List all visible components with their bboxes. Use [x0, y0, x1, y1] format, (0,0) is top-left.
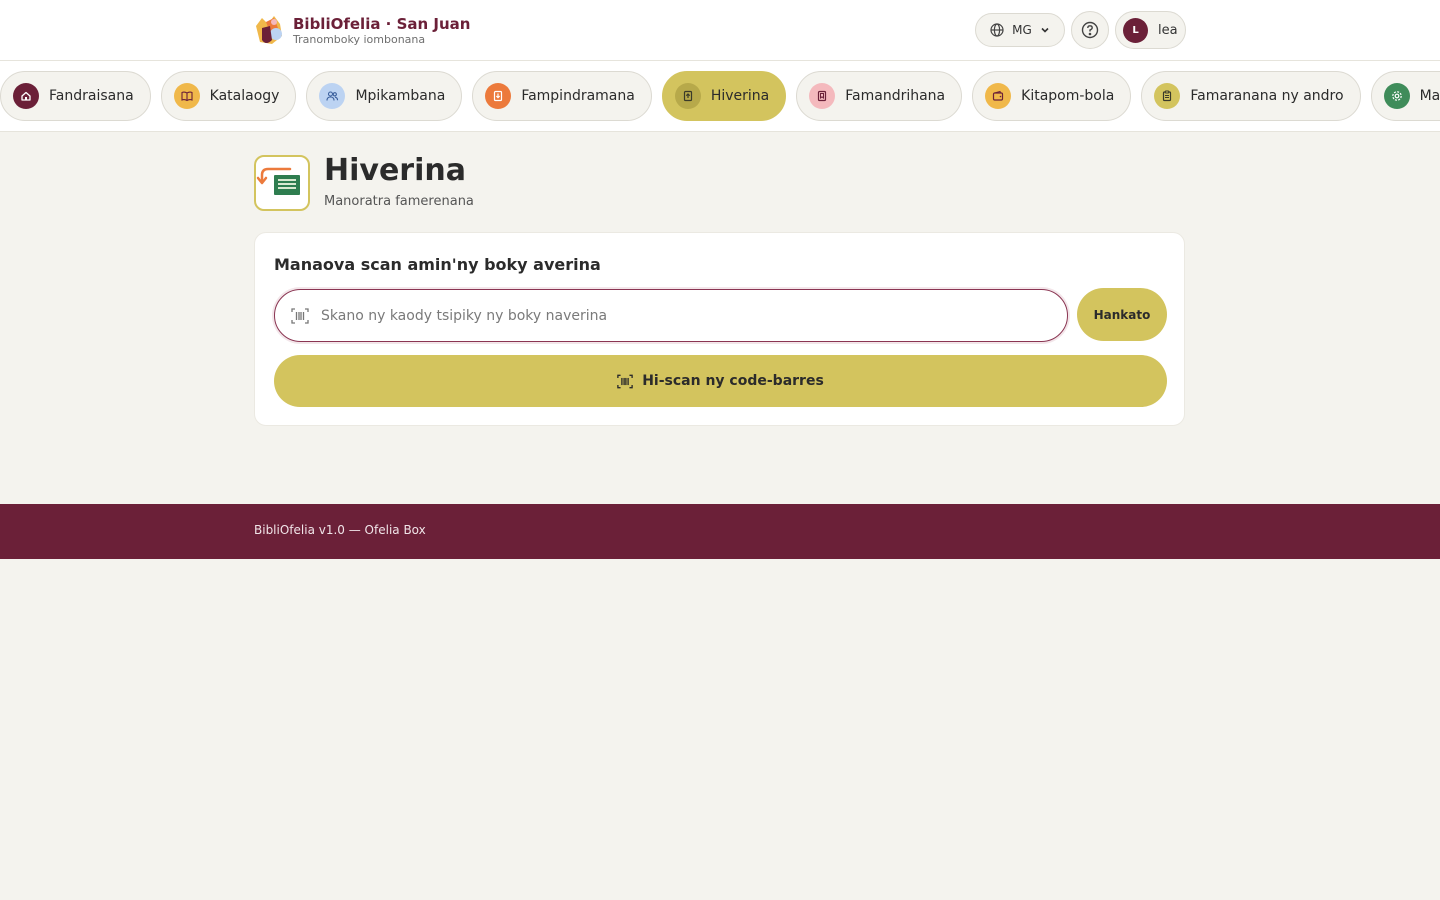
brand-title: BibliOfelia · San Juan [293, 14, 471, 33]
page-header: Hiverina Manoratra famerenana [254, 153, 474, 211]
footer: BibliOfelia v1.0 — Ofelia Box [0, 504, 1440, 559]
nav-item-label: Mandrο [1419, 88, 1440, 104]
nav-item-mpikambana[interactable]: Mpikambana [306, 71, 463, 121]
brand[interactable]: BibliOfelia · San Juan Tranomboky iombon… [254, 14, 470, 46]
return-scan-card: Manaova scan amin'ny boky averina Hankat… [254, 232, 1185, 426]
nav-item-katalaogy[interactable]: Katalaogy [160, 71, 297, 121]
scan-barcode-button[interactable]: Hi-scan ny code-barres [274, 355, 1167, 407]
clipboard-icon [1154, 83, 1181, 109]
nav-item-famandrihana[interactable]: Famandrihana [796, 71, 963, 121]
globe-icon [990, 23, 1004, 37]
barcode-scan-icon [617, 374, 633, 388]
footer-text: BibliOfelia v1.0 — Ofelia Box [254, 523, 426, 537]
nav-item-label: Hiverina [710, 88, 770, 104]
barcode-input-wrapper[interactable] [274, 289, 1068, 342]
page-subtitle: Manoratra famerenana [324, 194, 474, 209]
submit-button[interactable]: Hankato [1077, 288, 1167, 341]
bookmark-icon [809, 83, 836, 109]
main-nav: Fandraisana Katalaogy Mpikambana Fampindram… [0, 61, 1440, 132]
help-button[interactable] [1071, 11, 1109, 49]
book-open-icon [173, 83, 200, 109]
nav-item-label: Fampindramana [521, 88, 635, 104]
settings-icon [1383, 83, 1410, 109]
nav-item-kitapom-bola[interactable]: Kitapom-bola [972, 71, 1132, 121]
user-name: lea [1158, 22, 1178, 38]
users-icon [319, 83, 346, 109]
nav-item-label: Kitapom-bola [1021, 88, 1115, 104]
home-icon [13, 83, 39, 109]
brand-subtitle: Tranomboky iombonana [293, 32, 426, 46]
help-icon [1081, 21, 1099, 39]
nav-item-famaranana-ny-andro[interactable]: Famaranana ny andro [1141, 71, 1361, 121]
nav-item-label: Famaranana ny andro [1190, 88, 1344, 104]
barcode-icon [291, 307, 309, 324]
scan-button-label: Hi-scan ny code-barres [642, 373, 824, 389]
brand-logo-icon [254, 14, 284, 46]
language-selector[interactable]: MG [975, 13, 1065, 47]
nav-item-label: Fandraisana [49, 88, 134, 104]
nav-item-fampindramana[interactable]: Fampindramana [472, 71, 652, 121]
avatar: L [1123, 17, 1148, 43]
nav-item-hiverina[interactable]: Hiverina [661, 71, 787, 121]
wallet-icon [985, 83, 1012, 109]
chevron-down-icon [1041, 27, 1049, 33]
nav-item-mandr-[interactable]: Mandrο [1370, 71, 1440, 121]
language-code: MG [1012, 23, 1032, 37]
return-book-icon [254, 155, 310, 211]
nav-item-label: Katalaogy [209, 88, 280, 104]
page-title: Hiverina [324, 153, 466, 188]
barcode-input[interactable] [321, 307, 1021, 324]
book-out-icon [485, 83, 512, 109]
nav-item-fandraisana[interactable]: Fandraisana [0, 71, 151, 121]
nav-item-label: Mpikambana [355, 88, 446, 104]
nav-item-label: Famandrihana [845, 88, 946, 104]
book-return-icon [674, 83, 701, 109]
card-title: Manaova scan amin'ny boky averina [274, 255, 601, 274]
top-header: BibliOfelia · San Juan Tranomboky iombon… [0, 0, 1440, 61]
user-menu-button[interactable]: L lea [1115, 11, 1186, 49]
